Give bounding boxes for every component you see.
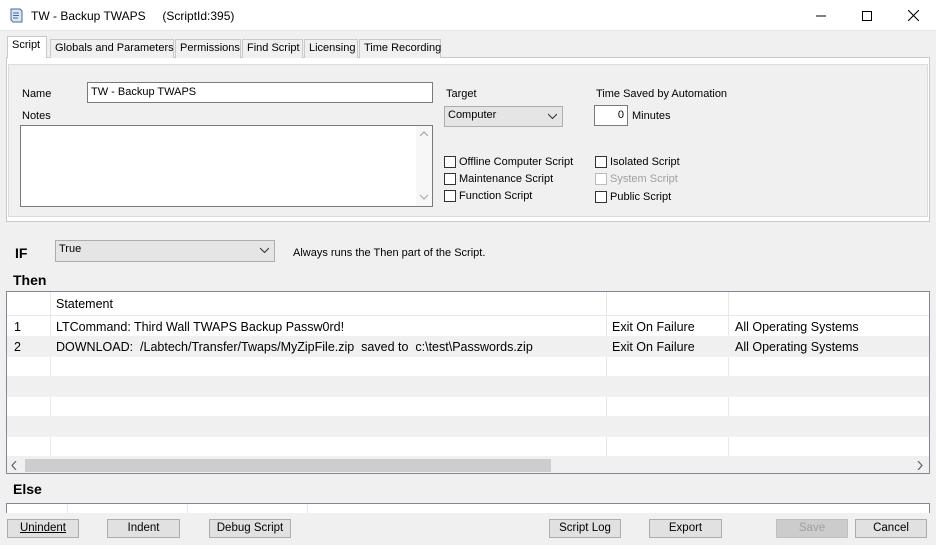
save-button[interactable]: Save: [776, 519, 848, 538]
grid-column-divider: [307, 504, 308, 513]
public-script-checkbox[interactable]: Public Script: [595, 191, 671, 203]
checkbox-box: [595, 191, 607, 203]
script-log-label: Script Log: [559, 522, 611, 534]
maximize-button[interactable]: [844, 0, 890, 31]
table-row[interactable]: 2 DOWNLOAD: /Labtech/Transfer/Twaps/MyZi…: [7, 337, 929, 357]
grid-column-divider: [67, 504, 68, 513]
minimize-icon: [816, 15, 826, 16]
tab-globals-and-parameters[interactable]: Globals and Parameters: [50, 39, 174, 58]
function-script-checkbox[interactable]: Function Script: [444, 190, 532, 202]
then-statements-grid[interactable]: Statement 1 LTCommand: Third Wall TWAPS …: [6, 291, 930, 474]
grid-horizontal-scrollbar[interactable]: [7, 457, 929, 473]
row-failure-action: Exit On Failure: [612, 320, 695, 334]
notes-scrollbar[interactable]: [416, 126, 432, 206]
time-saved-label: Time Saved by Automation: [596, 88, 728, 100]
checkbox-box: [444, 190, 456, 202]
checkbox-label: Maintenance Script: [459, 173, 554, 185]
close-button[interactable]: [890, 0, 936, 31]
time-saved-input[interactable]: 0: [594, 105, 628, 126]
empty-row[interactable]: [7, 357, 929, 377]
maintenance-script-checkbox[interactable]: Maintenance Script: [444, 173, 553, 185]
maximize-icon: [862, 10, 872, 21]
debug-script-button[interactable]: Debug Script: [209, 519, 291, 538]
title-bar: TW - Backup TWAPS (ScriptId:395): [0, 0, 936, 31]
export-label: Export: [668, 522, 703, 534]
minimize-button[interactable]: [798, 0, 844, 31]
row-number: 2: [14, 340, 21, 354]
minutes-label: Minutes: [632, 110, 671, 122]
if-condition-select[interactable]: True: [55, 240, 275, 262]
cancel-button[interactable]: Cancel: [855, 519, 927, 538]
tab-time-recording[interactable]: Time Recording: [359, 39, 441, 58]
tab-find-script[interactable]: Find Script: [242, 39, 303, 58]
checkbox-box: [444, 156, 456, 168]
row-os: All Operating Systems: [735, 340, 859, 354]
name-label: Name: [22, 88, 52, 100]
else-label: Else: [13, 481, 42, 497]
empty-row[interactable]: [7, 437, 929, 457]
checkbox-label: Function Script: [459, 190, 533, 202]
close-icon: [907, 10, 919, 21]
checkbox-label: Isolated Script: [610, 156, 680, 168]
tab-licensing[interactable]: Licensing: [304, 39, 358, 58]
notes-label: Notes: [22, 110, 51, 122]
if-condition-value: True: [59, 243, 82, 255]
isolated-script-checkbox[interactable]: Isolated Script: [595, 156, 680, 168]
row-failure-action: Exit On Failure: [612, 340, 695, 354]
export-button[interactable]: Export: [649, 519, 722, 538]
checkbox-box: [595, 156, 607, 168]
notes-textarea[interactable]: [20, 125, 433, 207]
indent-label: Indent: [127, 522, 160, 534]
else-statements-grid[interactable]: [6, 503, 930, 513]
unindent-label: Unindent: [19, 522, 67, 534]
row-number: 1: [14, 320, 21, 334]
empty-row[interactable]: [7, 377, 929, 397]
scroll-down-icon: [420, 194, 428, 200]
row-statement: DOWNLOAD: /Labtech/Transfer/Twaps/MyZipF…: [56, 340, 533, 354]
empty-row[interactable]: [7, 397, 929, 417]
tab-script[interactable]: Script: [7, 36, 47, 58]
checkbox-box: [595, 173, 607, 185]
name-input[interactable]: TW - Backup TWAPS: [87, 82, 433, 103]
system-script-checkbox: System Script: [595, 173, 678, 185]
checkbox-box: [444, 173, 456, 185]
script-icon: [10, 8, 23, 23]
table-row[interactable]: 1 LTCommand: Third Wall TWAPS Backup Pas…: [7, 317, 929, 337]
then-label: Then: [13, 272, 47, 288]
indent-button[interactable]: Indent: [107, 519, 180, 538]
scroll-left-icon[interactable]: [11, 461, 17, 470]
target-value: Computer: [448, 109, 497, 121]
checkbox-label: Offline Computer Script: [459, 156, 574, 168]
script-log-button[interactable]: Script Log: [549, 519, 621, 538]
checkbox-label: Public Script: [610, 191, 672, 203]
empty-row[interactable]: [7, 417, 929, 437]
debug-label: Debug Script: [216, 522, 284, 534]
scroll-right-icon[interactable]: [917, 461, 923, 470]
cancel-label: Cancel: [873, 522, 909, 534]
unindent-button[interactable]: Unindent: [7, 519, 79, 538]
chevron-down-icon: [260, 247, 269, 254]
checkbox-label: System Script: [610, 173, 678, 185]
offline-computer-script-checkbox[interactable]: Offline Computer Script: [444, 156, 573, 168]
tab-permissions[interactable]: Permissions: [175, 39, 241, 58]
chevron-down-icon: [548, 113, 557, 120]
target-label: Target: [446, 88, 477, 100]
scroll-up-icon: [420, 131, 428, 137]
scrollbar-thumb[interactable]: [25, 459, 551, 472]
if-description: Always runs the Then part of the Script.: [293, 247, 486, 259]
if-label: IF: [15, 245, 28, 261]
grid-header-row: Statement: [7, 292, 929, 316]
save-label: Save: [798, 522, 826, 534]
statement-column-header[interactable]: Statement: [56, 294, 113, 314]
row-os: All Operating Systems: [735, 320, 859, 334]
row-statement: LTCommand: Third Wall TWAPS Backup Passw…: [56, 320, 345, 334]
target-select[interactable]: Computer: [444, 106, 563, 127]
window-title: TW - Backup TWAPS (ScriptId:395): [31, 9, 235, 23]
grid-column-divider: [187, 504, 188, 513]
